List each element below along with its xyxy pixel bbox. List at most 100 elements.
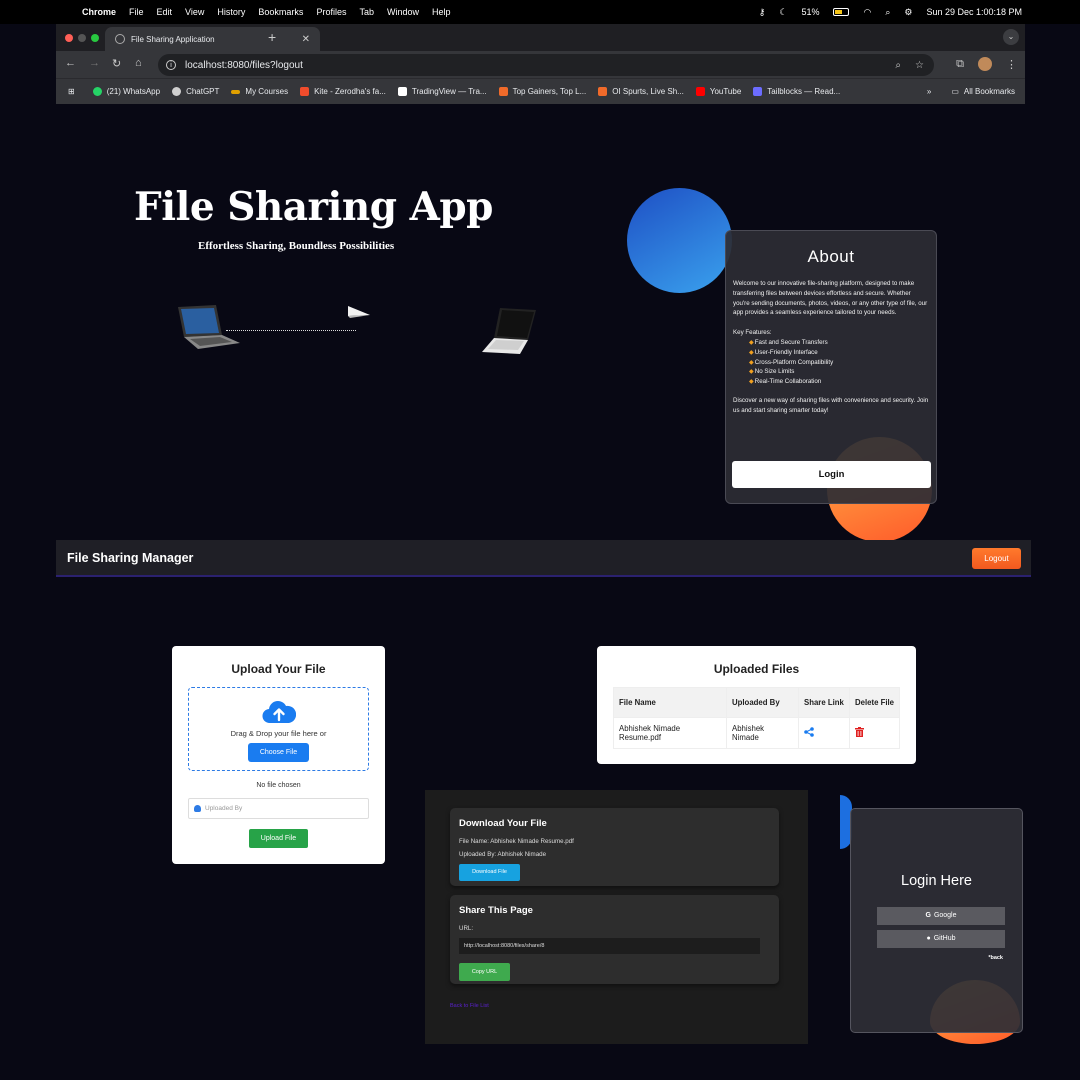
diamond-icon: ◆ (749, 348, 754, 356)
address-url[interactable]: localhost:8080/files?logout (185, 60, 303, 71)
menu-view[interactable]: View (185, 7, 204, 17)
choose-file-button[interactable]: Choose File (248, 743, 309, 762)
control-center-icon[interactable]: ⚙ (904, 7, 912, 18)
table-row: Abhishek Nimade Resume.pdf Abhishek Nima… (613, 717, 900, 749)
trash-icon[interactable] (855, 727, 864, 737)
transfer-path-line (226, 330, 356, 331)
maximize-window-button[interactable] (91, 34, 99, 42)
menu-app-name[interactable]: Chrome (82, 7, 116, 17)
more-bookmarks-icon[interactable]: » (927, 87, 931, 96)
cell-uploaded-by: Abhishek Nimade (726, 717, 799, 749)
google-login-button[interactable]: G Google (877, 907, 1005, 925)
bookmark-youtube[interactable]: YouTube (695, 87, 741, 96)
menu-file[interactable]: File (129, 7, 144, 17)
feature-item: ◆No Size Limits (749, 367, 929, 377)
download-card: Download Your File File Name: Abhishek N… (450, 808, 779, 886)
menubar-datetime[interactable]: Sun 29 Dec 1:00:18 PM (926, 7, 1022, 17)
menu-history[interactable]: History (217, 7, 245, 17)
about-card: About Welcome to our innovative file-sha… (725, 230, 937, 504)
apps-grid-icon[interactable]: ⊞ (68, 87, 75, 96)
features-list: ◆Fast and Secure Transfers ◆User-Friendl… (733, 338, 929, 387)
key-icon[interactable]: ⚷ (759, 7, 766, 18)
drop-zone[interactable]: Drag & Drop your file here or Choose Fil… (188, 687, 369, 771)
bookmark-kite[interactable]: Kite - Zerodha's fa... (300, 87, 386, 96)
paper-plane-icon (348, 306, 370, 318)
menu-bookmarks[interactable]: Bookmarks (258, 7, 303, 17)
drag-drop-text: Drag & Drop your file here or (230, 729, 327, 738)
key-features-label: Key Features: (733, 329, 772, 337)
bookmark-label: OI Spurts, Live Sh... (612, 87, 684, 96)
all-bookmarks-button[interactable]: ▭ All Bookmarks (951, 87, 1015, 96)
download-file-button[interactable]: Download File (459, 864, 520, 881)
back-to-file-list-link[interactable]: Back to File List (450, 1003, 489, 1009)
extensions-icon[interactable]: ⧉ (956, 58, 964, 71)
laptop-receiver-icon (482, 308, 536, 354)
site-info-icon[interactable]: i (166, 60, 176, 70)
decorative-blue-circle (627, 188, 732, 293)
menu-window[interactable]: Window (387, 7, 419, 17)
menu-edit[interactable]: Edit (157, 7, 173, 17)
feature-item: ◆Cross-Platform Compatibility (749, 358, 929, 368)
minimize-window-button[interactable] (78, 34, 86, 42)
upload-title: Upload Your File (231, 662, 326, 676)
manager-title: File Sharing Manager (67, 551, 194, 565)
tradingview-icon (397, 87, 407, 96)
bookmark-oi-spurts[interactable]: OI Spurts, Live Sh... (598, 87, 684, 96)
bookmark-label: My Courses (245, 87, 289, 96)
bookmark-tailblocks[interactable]: Tailblocks — Read... (753, 87, 840, 96)
menu-tab[interactable]: Tab (359, 7, 374, 17)
bookmark-label: Tailblocks — Read... (767, 87, 841, 96)
logout-button[interactable]: Logout (972, 548, 1021, 569)
menu-profiles[interactable]: Profiles (316, 7, 346, 17)
bookmark-whatsapp[interactable]: (21) WhatsApp (92, 87, 160, 96)
battery-icon[interactable] (833, 8, 850, 16)
menu-help[interactable]: Help (432, 7, 451, 17)
home-button[interactable]: ⌂ (135, 57, 142, 69)
back-link[interactable]: *back (988, 955, 1003, 961)
bookmark-top-gainers[interactable]: Top Gainers, Top L... (498, 87, 586, 96)
zoom-icon[interactable]: ⌕ (895, 60, 901, 71)
new-tab-button[interactable]: + (268, 29, 276, 45)
header-share-link: Share Link (798, 687, 850, 718)
close-tab-icon[interactable]: ✕ (302, 34, 310, 45)
feature-text: Real-Time Collaboration (754, 378, 822, 386)
tab-search-button[interactable]: ⌄ (1003, 29, 1019, 45)
uploaded-files-title: Uploaded Files (713, 662, 800, 676)
url-label: URL: (459, 925, 474, 932)
reload-button[interactable]: ↻ (112, 57, 121, 70)
share-url-input[interactable]: http://localhost:8080/files/share/8 (459, 938, 760, 954)
profile-avatar[interactable] (978, 57, 992, 71)
share-icon[interactable] (804, 727, 814, 737)
forward-button[interactable]: → (89, 57, 100, 69)
about-outro: Discover a new way of sharing files with… (733, 396, 929, 414)
download-share-panel: Download Your File File Name: Abhishek N… (425, 790, 808, 1044)
search-icon[interactable]: ⌕ (885, 7, 890, 18)
bookmark-my-courses[interactable]: My Courses (231, 87, 288, 96)
login-here-card: Login Here G Google ● GitHub *back (850, 808, 1023, 1033)
diamond-icon: ◆ (749, 368, 754, 376)
bookmark-tradingview[interactable]: TradingView — Tra... (397, 87, 487, 96)
bookmark-label: Kite - Zerodha's fa... (314, 87, 386, 96)
user-icon (194, 805, 201, 812)
wifi-icon[interactable]: ◠ (863, 7, 871, 18)
copy-url-button[interactable]: Copy URL (459, 963, 510, 981)
login-button[interactable]: Login (732, 461, 931, 488)
back-button[interactable]: ← (65, 57, 76, 69)
github-login-button[interactable]: ● GitHub (877, 930, 1005, 948)
tab-file-sharing[interactable]: File Sharing Application ✕ (105, 27, 320, 51)
top-gainers-icon (498, 87, 508, 96)
feature-item: ◆Real-Time Collaboration (749, 377, 929, 387)
moon-icon[interactable]: ☾ (779, 7, 787, 18)
google-icon: G (925, 912, 931, 919)
uploaded-by-input[interactable]: Uploaded By (188, 798, 369, 819)
chrome-menu-icon[interactable]: ⋮ (1006, 58, 1017, 71)
upload-file-button[interactable]: Upload File (249, 829, 308, 848)
courses-icon (231, 89, 241, 94)
bookmark-chatgpt[interactable]: ChatGPT (172, 87, 219, 96)
browser-toolbar: ← → ↻ ⌂ i localhost:8080/files?logout ⌕ … (56, 51, 1025, 78)
feature-text: Fast and Secure Transfers (754, 338, 828, 346)
bookmark-star-icon[interactable]: ☆ (915, 60, 924, 71)
uploaded-by-placeholder: Uploaded By (205, 805, 243, 812)
close-window-button[interactable] (65, 34, 73, 42)
address-bar[interactable]: i localhost:8080/files?logout ⌕ ☆ (158, 54, 934, 76)
